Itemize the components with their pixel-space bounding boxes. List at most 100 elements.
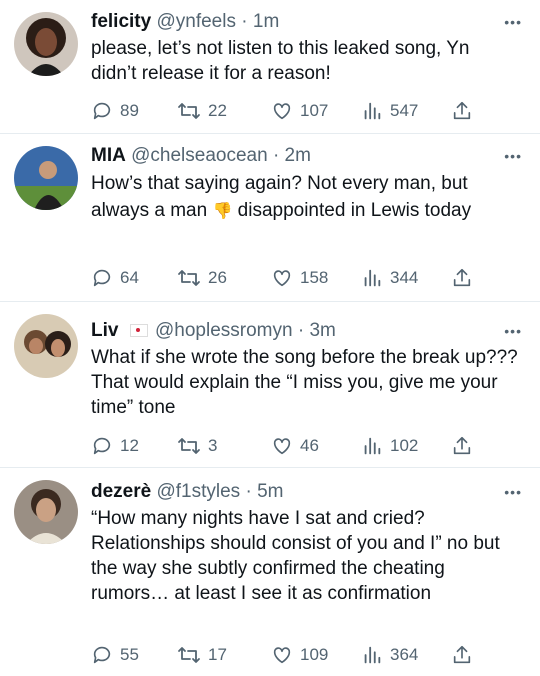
share-icon <box>453 645 471 664</box>
share-button[interactable] <box>451 267 473 289</box>
reply-button[interactable]: 55 <box>91 644 139 666</box>
views-count: 344 <box>390 268 419 287</box>
views-icon <box>364 437 381 455</box>
retweet-button[interactable]: 26 <box>177 267 227 289</box>
retweet-icon <box>178 270 200 286</box>
retweet-count: 26 <box>208 268 227 287</box>
retweet-button[interactable]: 22 <box>177 100 227 122</box>
reply-count: 55 <box>120 645 139 664</box>
views-button[interactable]: 364 <box>361 644 418 666</box>
reply-icon <box>93 102 111 120</box>
separator-dot: · <box>297 320 305 341</box>
views-count: 547 <box>390 101 419 120</box>
like-count: 107 <box>300 101 329 120</box>
avatar[interactable] <box>14 314 78 378</box>
reply-count: 89 <box>120 101 139 120</box>
display-name[interactable]: Liv <box>91 320 118 341</box>
retweet-icon <box>178 103 200 119</box>
avatar[interactable] <box>14 12 78 76</box>
views-button[interactable]: 344 <box>361 267 418 289</box>
views-icon <box>364 269 381 287</box>
display-name[interactable]: felicity <box>91 11 151 32</box>
tweet-text-line: How’s that saying again? Not every man, … <box>91 173 468 194</box>
tweet-text: How’s that saying again? Not every man, … <box>91 170 520 225</box>
user-handle[interactable]: @f1styles <box>156 481 240 502</box>
reply-button[interactable]: 64 <box>91 267 139 289</box>
more-options-icon[interactable]: ••• <box>504 148 522 164</box>
views-icon <box>364 646 381 664</box>
tweet-header: Liv @hoplessromyn · 3m <box>91 319 520 343</box>
views-count: 102 <box>390 436 419 455</box>
tweet-header: felicity @ynfeels · 1m <box>91 10 520 34</box>
timestamp[interactable]: 3m <box>309 320 335 341</box>
reply-count: 64 <box>120 268 139 287</box>
reply-count: 12 <box>120 436 139 455</box>
more-options-icon[interactable]: ••• <box>504 323 522 339</box>
separator-dot: · <box>272 145 280 166</box>
display-name[interactable]: MIA <box>91 145 126 166</box>
separator-dot: · <box>241 11 248 32</box>
share-button[interactable] <box>451 644 473 666</box>
retweet-icon <box>178 647 200 663</box>
like-count: 46 <box>300 436 319 455</box>
tweet-text: “How many nights have I sat and cried? R… <box>91 508 500 604</box>
more-options-icon[interactable]: ••• <box>504 484 522 500</box>
tweet-text-line: always a man <box>91 200 208 221</box>
user-handle[interactable]: @ynfeels <box>156 11 236 32</box>
retweet-count: 3 <box>208 436 218 455</box>
like-button[interactable]: 158 <box>271 267 328 289</box>
views-button[interactable]: 102 <box>361 435 418 457</box>
share-icon <box>453 436 471 455</box>
user-handle[interactable]: @hoplessromyn <box>155 320 293 341</box>
share-icon <box>453 101 471 120</box>
tweet[interactable]: dezerè @f1styles · 5m ••• “How many nigh… <box>0 468 540 676</box>
views-button[interactable]: 547 <box>361 100 418 122</box>
views-icon <box>364 102 381 120</box>
more-options-icon[interactable]: ••• <box>504 14 522 30</box>
reply-button[interactable]: 12 <box>91 435 139 457</box>
reply-button[interactable]: 89 <box>91 100 139 122</box>
timestamp[interactable]: 5m <box>257 481 283 502</box>
share-button[interactable] <box>451 435 473 457</box>
like-button[interactable]: 109 <box>271 644 328 666</box>
share-button[interactable] <box>451 100 473 122</box>
reply-icon <box>93 437 111 455</box>
heart-icon <box>273 647 291 664</box>
tweet-text: please, let’s not listen to this leaked … <box>91 38 470 84</box>
tweet[interactable]: felicity @ynfeels · 1m ••• please, let’s… <box>0 0 540 134</box>
like-button[interactable]: 107 <box>271 100 328 122</box>
tweet[interactable]: MIA @chelseaocean · 2m ••• How’s that sa… <box>0 134 540 302</box>
avatar[interactable] <box>14 146 78 210</box>
timestamp[interactable]: 1m <box>253 11 279 32</box>
separator-dot: · <box>245 481 252 502</box>
action-bar: 64 26 158 344 <box>91 267 491 291</box>
flag-emoji-icon <box>129 324 148 338</box>
retweet-button[interactable]: 17 <box>177 644 227 666</box>
heart-icon <box>273 438 291 455</box>
retweet-button[interactable]: 3 <box>177 435 217 457</box>
retweet-icon <box>178 438 200 454</box>
tweet-text: What if she wrote the song before the br… <box>91 347 518 418</box>
tweet-text-line: disappointed in Lewis today <box>237 200 472 221</box>
user-handle[interactable]: @chelseaocean <box>131 145 268 166</box>
like-count: 158 <box>300 268 329 287</box>
avatar[interactable] <box>14 480 78 544</box>
tweet[interactable]: Liv @hoplessromyn · 3m ••• What if she w… <box>0 302 540 468</box>
reply-icon <box>93 269 111 287</box>
tweet-header: dezerè @f1styles · 5m <box>91 480 520 504</box>
timestamp[interactable]: 2m <box>285 145 311 166</box>
action-bar: 12 3 46 102 <box>91 435 491 459</box>
thumbs-down-emoji-icon: 👎 <box>212 203 233 220</box>
action-bar: 89 22 107 547 <box>91 100 491 124</box>
heart-icon <box>273 270 291 287</box>
views-count: 364 <box>390 645 419 664</box>
like-count: 109 <box>300 645 329 664</box>
heart-icon <box>273 103 291 120</box>
reply-icon <box>93 646 111 664</box>
retweet-count: 17 <box>208 645 227 664</box>
share-icon <box>453 268 471 287</box>
like-button[interactable]: 46 <box>271 435 319 457</box>
action-bar: 55 17 109 364 <box>91 644 491 668</box>
tweet-header: MIA @chelseaocean · 2m <box>91 144 520 168</box>
display-name[interactable]: dezerè <box>91 481 151 502</box>
